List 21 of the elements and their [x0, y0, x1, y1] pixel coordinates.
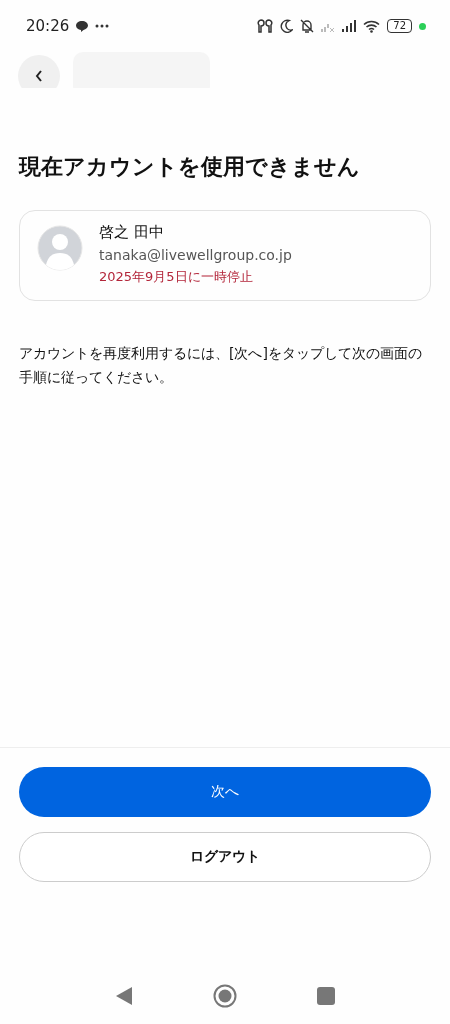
more-icon [95, 24, 110, 28]
privacy-indicator-icon [419, 22, 426, 30]
avatar-icon [37, 225, 83, 271]
battery-level: 72 [387, 19, 412, 33]
account-name: 啓之 田中 [99, 223, 165, 242]
logout-button[interactable]: ログアウト [19, 832, 431, 882]
moon-icon [280, 19, 294, 33]
suspension-status: 2025年9月5日に一時停止 [99, 268, 254, 286]
signal-icon [342, 20, 357, 32]
next-button[interactable]: 次へ [19, 767, 431, 817]
earbuds-icon [257, 19, 274, 33]
account-email: tanaka@livewellgroup.co.jp [99, 247, 292, 263]
wifi-icon [363, 19, 381, 33]
muted-bell-icon [300, 19, 315, 33]
chat-bubble-icon [75, 19, 90, 33]
status-time: 20:26 [26, 17, 70, 35]
back-nav-icon[interactable] [115, 986, 133, 1006]
page-title: 現在アカウントを使用できません [19, 153, 361, 181]
back-chevron-icon [35, 70, 43, 82]
instruction-text: アカウントを再度利用するには、[次へ]をタップして次の画面の手順に従ってください。 [19, 344, 423, 387]
home-nav-icon[interactable] [213, 984, 237, 1008]
